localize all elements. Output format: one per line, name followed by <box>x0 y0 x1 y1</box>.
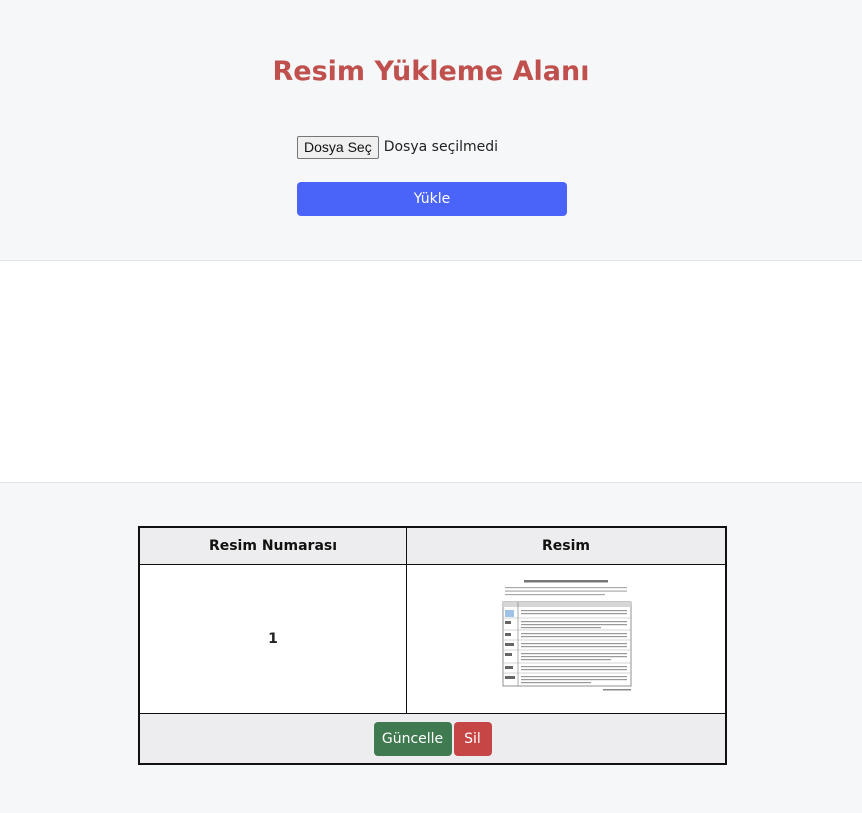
image-cell <box>406 564 727 714</box>
choose-file-button[interactable]: Dosya Seç <box>297 135 379 159</box>
file-status-text: Dosya seçilmedi <box>383 139 499 155</box>
images-table: Resim Numarası Resim 1 Güncelle Sil <box>138 526 727 765</box>
table-section: Resim Numarası Resim 1 Güncelle Sil <box>0 483 862 813</box>
upload-section: Resim Yükleme Alanı Dosya Seç Dosya seçi… <box>0 0 862 261</box>
upload-button[interactable]: Yükle <box>297 182 567 216</box>
image-number-cell: 1 <box>138 564 407 714</box>
column-header-image: Resim <box>406 526 727 565</box>
file-input[interactable]: Dosya Seç Dosya seçilmedi <box>297 135 498 159</box>
table-row: 1 <box>138 564 727 714</box>
update-button[interactable]: Güncelle <box>373 721 452 756</box>
column-header-number: Resim Numarası <box>138 526 407 565</box>
actions-cell: Güncelle Sil <box>138 713 727 765</box>
table-header-row: Resim Numarası Resim <box>138 526 727 565</box>
table-actions-row: Güncelle Sil <box>138 713 727 765</box>
empty-content-area <box>0 261 862 483</box>
page-title: Resim Yükleme Alanı <box>272 56 590 87</box>
document-thumbnail-icon <box>498 571 634 707</box>
delete-button[interactable]: Sil <box>453 721 492 756</box>
